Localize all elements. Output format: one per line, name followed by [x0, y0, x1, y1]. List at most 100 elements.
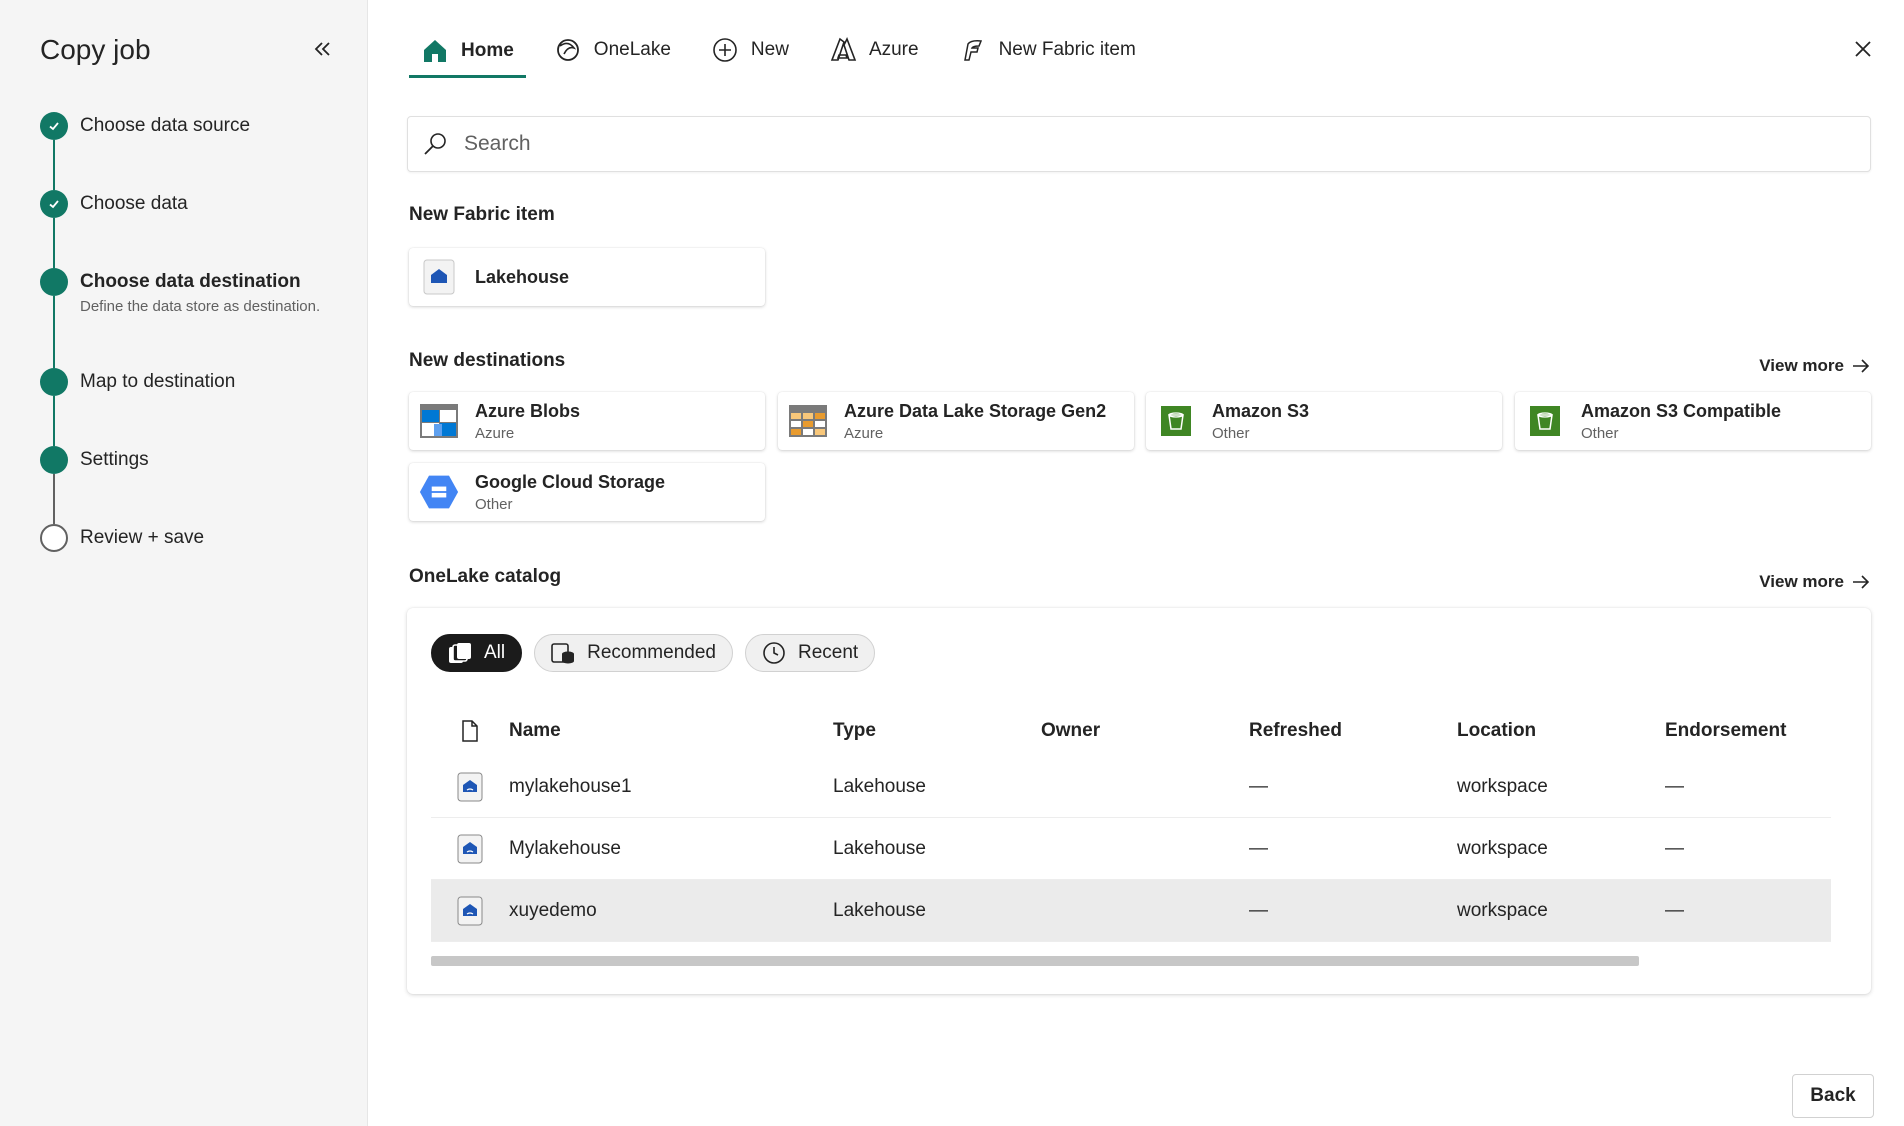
card-subtitle: Azure — [844, 424, 884, 442]
step-complete-icon — [40, 112, 68, 140]
arrow-right-icon — [1853, 359, 1870, 373]
step-label: Review + save — [80, 527, 205, 548]
view-more-destinations-link[interactable]: View more — [1759, 356, 1870, 376]
close-button[interactable] — [1848, 34, 1878, 64]
filter-recommended[interactable]: Recommended — [534, 634, 733, 672]
table-row-selected[interactable]: xuyedemo Lakehouse — workspace — — [431, 880, 1831, 942]
filter-recent[interactable]: Recent — [744, 634, 876, 672]
step-label: Map to destination — [80, 371, 236, 392]
main-panel: Home OneLake New Azure New Fabric item N… — [369, 0, 1904, 1126]
card-azure-blobs[interactable]: Azure Blobs Azure — [409, 392, 765, 450]
step-review-save[interactable]: Review + save — [40, 524, 204, 552]
adls-gen2-icon — [788, 401, 828, 441]
filter-label: All — [484, 642, 506, 663]
back-button[interactable]: Back — [1792, 1074, 1874, 1118]
view-more-label: View more — [1759, 572, 1844, 591]
step-pending-icon — [40, 524, 68, 552]
lakehouse-icon — [419, 257, 459, 297]
row-name: Mylakehouse — [509, 837, 621, 859]
card-amazon-s3-compatible[interactable]: Amazon S3 Compatible Other — [1515, 392, 1871, 450]
tab-label: Home — [461, 39, 514, 61]
step-connector — [53, 140, 55, 190]
column-header-owner[interactable]: Owner — [1041, 720, 1249, 742]
clock-icon — [763, 642, 785, 664]
row-endorsement: — — [1665, 899, 1684, 921]
row-type: Lakehouse — [833, 775, 926, 797]
step-settings[interactable]: Settings — [40, 446, 149, 474]
catalog-table: Name Type Owner Refreshed Location Endor… — [431, 706, 1831, 942]
row-refreshed: — — [1249, 775, 1268, 797]
tab-label: Azure — [868, 39, 919, 60]
home-icon — [424, 39, 446, 62]
row-location: workspace — [1457, 837, 1548, 859]
card-amazon-s3[interactable]: Amazon S3 Other — [1146, 392, 1502, 450]
step-connector — [53, 218, 55, 268]
search-box[interactable] — [407, 116, 1871, 172]
tab-azure[interactable]: Azure — [817, 26, 931, 74]
table-row[interactable]: mylakehouse1 Lakehouse — workspace — — [431, 756, 1831, 818]
amazon-s3-icon — [1156, 401, 1196, 441]
step-connector — [53, 474, 55, 524]
lakehouse-icon — [431, 772, 509, 802]
filter-label: Recent — [797, 642, 859, 663]
document-icon — [462, 720, 478, 742]
step-label: Choose data source — [80, 115, 251, 136]
tab-onelake[interactable]: OneLake — [542, 26, 683, 74]
row-endorsement: — — [1665, 837, 1684, 859]
google-cloud-storage-icon — [419, 472, 459, 512]
search-input[interactable] — [464, 132, 1870, 156]
tab-home[interactable]: Home — [409, 26, 526, 78]
wizard-sidebar: Copy job Choose data source Choose data … — [0, 0, 368, 1126]
card-title: Azure Blobs — [475, 400, 581, 421]
step-label: Choose data — [80, 193, 188, 214]
column-header-name[interactable]: Name — [509, 720, 833, 742]
horizontal-scrollbar[interactable] — [431, 956, 1639, 966]
card-adls-gen2[interactable]: Azure Data Lake Storage Gen2 Azure — [778, 392, 1134, 450]
column-header-refreshed[interactable]: Refreshed — [1249, 720, 1457, 742]
onelake-catalog-panel: All Recommended Recent Name Type Owner R… — [407, 608, 1871, 994]
onelake-icon — [556, 39, 579, 61]
card-title: Azure Data Lake Storage Gen2 — [844, 400, 1107, 421]
card-subtitle: Other — [1212, 424, 1250, 442]
row-endorsement: — — [1665, 775, 1684, 797]
lakehouse-icon — [431, 834, 509, 864]
card-lakehouse[interactable]: Lakehouse — [409, 248, 765, 306]
add-circle-icon — [713, 38, 737, 62]
azure-icon — [830, 37, 857, 61]
search-icon — [424, 133, 446, 155]
step-choose-data-source[interactable]: Choose data source — [40, 112, 250, 140]
table-header-row: Name Type Owner Refreshed Location Endor… — [431, 706, 1831, 756]
row-refreshed: — — [1249, 837, 1268, 859]
tab-new-fabric-item[interactable]: New Fabric item — [947, 26, 1148, 74]
row-type: Lakehouse — [833, 837, 926, 859]
tab-new[interactable]: New — [699, 26, 801, 74]
row-name: mylakehouse1 — [509, 775, 632, 797]
step-connector — [53, 396, 55, 446]
table-row[interactable]: Mylakehouse Lakehouse — workspace — — [431, 818, 1831, 880]
step-current-icon — [40, 268, 68, 296]
section-onelake-catalog-title: OneLake catalog — [409, 566, 562, 587]
all-items-icon — [449, 643, 471, 663]
step-map-to-destination[interactable]: Map to destination — [40, 368, 235, 396]
filter-all[interactable]: All — [431, 634, 523, 672]
step-label: Settings — [80, 449, 149, 470]
file-type-header — [431, 720, 509, 742]
column-header-location[interactable]: Location — [1457, 720, 1665, 742]
double-chevron-left-icon — [314, 42, 330, 56]
step-complete-icon — [40, 190, 68, 218]
tab-label: OneLake — [593, 39, 671, 60]
step-icon — [40, 446, 68, 474]
card-subtitle: Other — [475, 495, 513, 513]
step-choose-data[interactable]: Choose data — [40, 190, 188, 218]
column-header-type[interactable]: Type — [833, 720, 1041, 742]
step-choose-data-destination[interactable]: Choose data destination Define the data … — [40, 268, 320, 315]
column-header-endorsement[interactable]: Endorsement — [1665, 720, 1831, 742]
tab-label: New Fabric item — [998, 39, 1136, 60]
wizard-title: Copy job — [40, 34, 151, 65]
card-subtitle: Other — [1581, 424, 1619, 442]
recommended-icon — [551, 643, 575, 664]
view-more-catalog-link[interactable]: View more — [1759, 572, 1870, 592]
tab-label: New — [750, 39, 789, 60]
card-google-cloud-storage[interactable]: Google Cloud Storage Other — [409, 463, 765, 521]
collapse-sidebar-button[interactable] — [306, 32, 340, 66]
